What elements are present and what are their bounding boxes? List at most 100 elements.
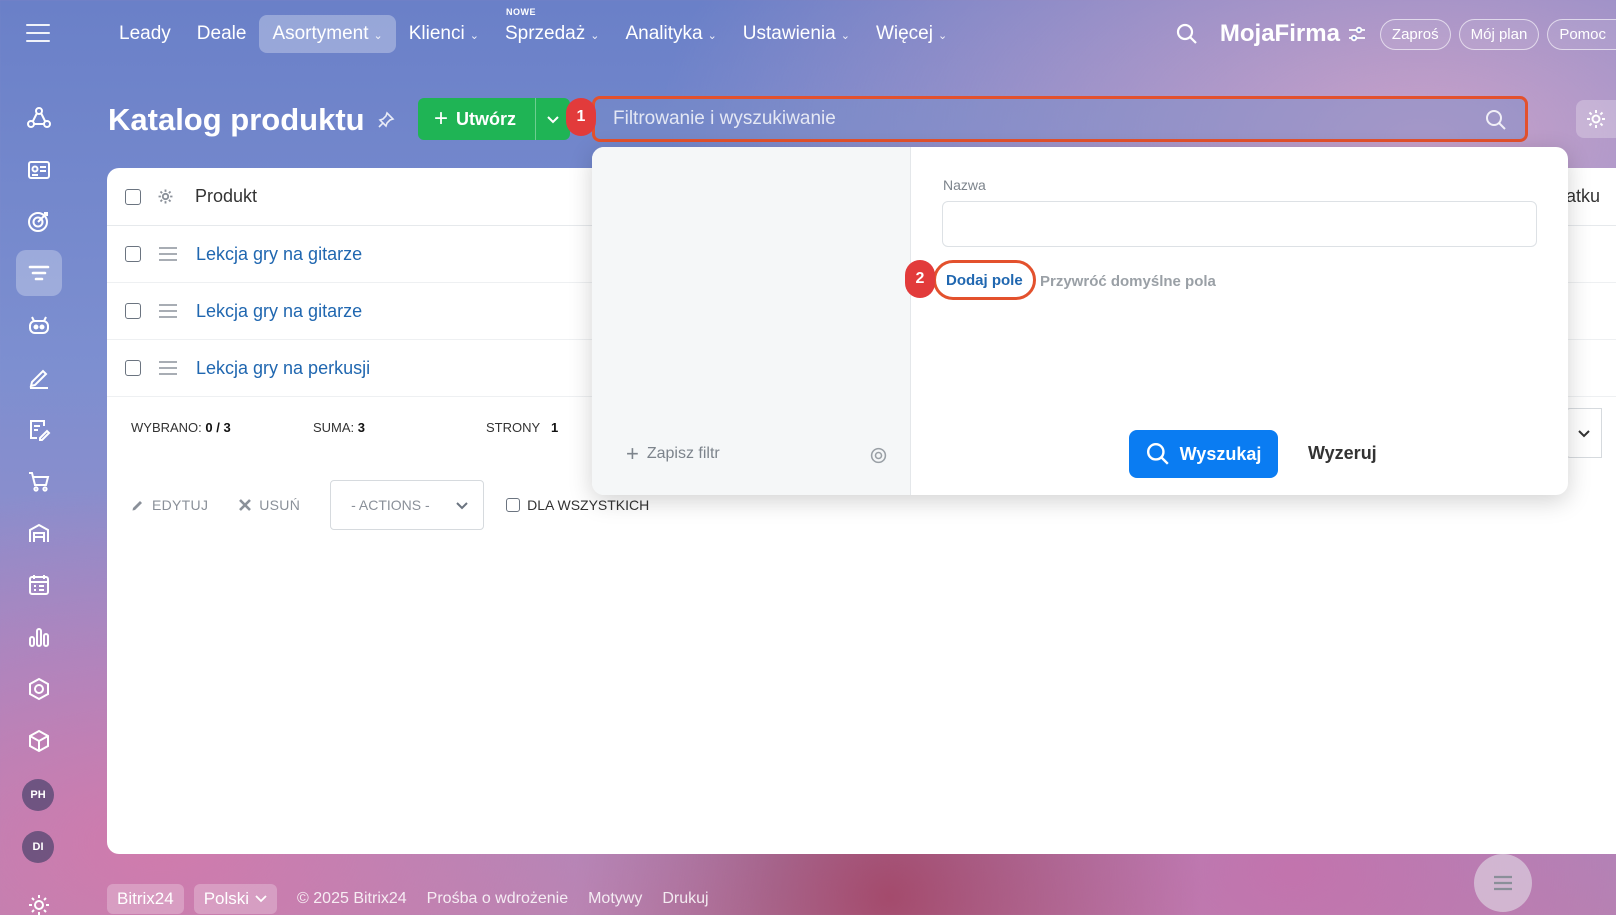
nav-item-klienci[interactable]: Klienci ⌄ bbox=[396, 15, 492, 53]
user-avatar-di[interactable]: DI bbox=[22, 831, 54, 863]
chevron-down-icon: ⌄ bbox=[937, 29, 948, 42]
signature-icon[interactable] bbox=[16, 354, 62, 400]
filter-popup: + Zapisz filtr Nazwa Dodaj pole Przywróć… bbox=[592, 147, 1568, 495]
restore-default-fields-link[interactable]: Przywróć domyślne pola bbox=[1040, 273, 1216, 290]
filter-settings-gear-icon[interactable] bbox=[869, 446, 888, 465]
row-checkbox[interactable] bbox=[125, 303, 141, 319]
hexagon-icon[interactable] bbox=[16, 666, 62, 712]
create-dropdown-button[interactable] bbox=[536, 114, 570, 124]
list-menu-icon[interactable] bbox=[1474, 854, 1532, 912]
column-header-product[interactable]: Produkt bbox=[195, 186, 257, 207]
document-edit-icon[interactable] bbox=[16, 406, 62, 452]
actions-select[interactable]: - ACTIONS - bbox=[330, 480, 485, 530]
filter-presets-panel: + Zapisz filtr bbox=[592, 147, 911, 495]
column-header-partial[interactable]: atku bbox=[1566, 186, 1600, 207]
search-icon[interactable] bbox=[1172, 19, 1202, 49]
cart-icon[interactable] bbox=[16, 458, 62, 504]
bitrix-brand[interactable]: Bitrix24 bbox=[107, 884, 184, 914]
top-navigation: Leady Deale Asortyment ⌄ Klienci ⌄ NOWE Spr… bbox=[106, 7, 960, 54]
nav-item-wiecej[interactable]: Więcej ⌄ bbox=[863, 15, 960, 53]
actions-select-value: - ACTIONS - bbox=[351, 497, 430, 513]
nav-item-deale[interactable]: Deale bbox=[184, 15, 260, 53]
selected-label: WYBRANO: bbox=[131, 420, 202, 435]
contact-card-icon[interactable] bbox=[16, 147, 62, 193]
reset-button[interactable]: Wyzeruj bbox=[1308, 443, 1377, 464]
robot-icon[interactable] bbox=[16, 302, 62, 348]
close-icon bbox=[239, 499, 252, 511]
drag-handle-icon[interactable] bbox=[159, 247, 177, 261]
company-brand[interactable]: MojaFirma bbox=[1220, 20, 1366, 48]
add-field-button[interactable]: Dodaj pole bbox=[933, 260, 1036, 300]
page-title: Katalog produktu bbox=[108, 102, 395, 138]
nav-item-ustawienia[interactable]: Ustawienia ⌄ bbox=[730, 15, 863, 53]
funnel-icon[interactable] bbox=[16, 250, 62, 296]
settings-gear-icon[interactable] bbox=[16, 882, 62, 915]
nav-item-label: Więcej bbox=[875, 23, 933, 44]
product-link[interactable]: Lekcja gry na gitarze bbox=[196, 244, 362, 265]
calendar-list-icon[interactable] bbox=[16, 562, 62, 608]
filter-search-input[interactable]: Filtrowanie i wyszukiwanie bbox=[592, 96, 1528, 142]
for-all-option[interactable]: DLA WSZYSTKICH bbox=[506, 497, 649, 513]
page-size-dropdown[interactable] bbox=[1566, 408, 1602, 458]
nav-item-sprzedaz[interactable]: NOWE Sprzedaż ⌄ bbox=[492, 7, 613, 53]
plus-icon: + bbox=[626, 441, 639, 466]
implementation-request-link[interactable]: Prośba o wdrożenie bbox=[427, 890, 568, 908]
nav-item-label: Sprzedaż bbox=[504, 23, 586, 44]
pages-value: 1 bbox=[551, 420, 559, 435]
product-link[interactable]: Lekcja gry na gitarze bbox=[196, 301, 362, 322]
nav-item-label: Leady bbox=[119, 23, 171, 44]
sum-value: 3 bbox=[357, 420, 366, 435]
row-checkbox[interactable] bbox=[125, 360, 141, 376]
user-avatar-ph[interactable]: PH bbox=[22, 779, 54, 811]
sliders-icon bbox=[1348, 26, 1365, 42]
language-select[interactable]: Polski bbox=[193, 884, 278, 914]
product-link[interactable]: Lekcja gry na perkusji bbox=[196, 358, 370, 379]
nav-item-label: Deale bbox=[196, 23, 247, 44]
column-settings-gear-icon[interactable] bbox=[157, 188, 174, 205]
grid-stats: WYBRANO: 0 / 3 SUMA: 3 STRONY 1 bbox=[131, 420, 558, 435]
chevron-down-icon bbox=[547, 116, 559, 124]
warehouse-icon[interactable] bbox=[16, 510, 62, 556]
edit-label: EDYTUJ bbox=[152, 497, 209, 513]
step-marker-2: 2 bbox=[905, 260, 935, 298]
search-icon[interactable] bbox=[1485, 109, 1507, 131]
filter-fields-panel: Nazwa Dodaj pole Przywróć domyślne pola … bbox=[911, 147, 1568, 495]
filter-placeholder: Filtrowanie i wyszukiwanie bbox=[613, 108, 836, 129]
row-checkbox[interactable] bbox=[125, 246, 141, 262]
nav-item-leady[interactable]: Leady bbox=[106, 15, 184, 53]
nav-item-asortyment[interactable]: Asortyment ⌄ bbox=[259, 15, 396, 53]
print-link[interactable]: Drukuj bbox=[662, 890, 708, 908]
chevron-down-icon bbox=[456, 502, 468, 510]
pin-icon[interactable] bbox=[377, 111, 395, 129]
save-filter-button[interactable]: + Zapisz filtr bbox=[626, 443, 720, 465]
target-icon[interactable] bbox=[16, 198, 62, 244]
drag-handle-icon[interactable] bbox=[159, 304, 177, 318]
for-all-checkbox[interactable] bbox=[506, 498, 521, 512]
settings-gear-icon[interactable] bbox=[1576, 100, 1616, 138]
create-button-label: Utwórz bbox=[456, 108, 517, 129]
page-count: STRONY 1 bbox=[486, 420, 558, 435]
pencil-icon bbox=[132, 501, 142, 511]
bar-chart-icon[interactable] bbox=[16, 614, 62, 660]
nav-item-analityka[interactable]: Analityka ⌄ bbox=[612, 15, 729, 53]
name-field[interactable] bbox=[942, 201, 1537, 247]
box-icon[interactable] bbox=[16, 718, 62, 764]
chevron-down-icon: ⌄ bbox=[590, 29, 600, 42]
search-button[interactable]: Wyszukaj bbox=[1129, 430, 1278, 478]
menu-burger-icon[interactable] bbox=[26, 24, 50, 44]
create-button[interactable]: + Utwórz bbox=[418, 98, 536, 140]
edit-action[interactable]: EDYTUJ bbox=[131, 497, 208, 513]
delete-action[interactable]: USUŃ bbox=[238, 497, 300, 513]
page-title-text: Katalog produktu bbox=[108, 102, 365, 137]
network-icon[interactable] bbox=[16, 95, 62, 141]
selected-count: WYBRANO: 0 / 3 bbox=[131, 420, 313, 435]
chevron-down-icon: ⌄ bbox=[373, 29, 383, 42]
drag-handle-icon[interactable] bbox=[159, 361, 177, 375]
themes-link[interactable]: Motywy bbox=[588, 890, 642, 908]
invite-button[interactable]: Zaproś bbox=[1379, 18, 1451, 50]
select-all-checkbox[interactable] bbox=[125, 188, 141, 205]
my-plan-button[interactable]: Mój plan bbox=[1458, 18, 1540, 50]
left-sidebar: PH DI bbox=[0, 0, 78, 915]
field-label-name: Nazwa bbox=[943, 177, 986, 193]
help-button[interactable]: Pomoc bbox=[1547, 18, 1616, 50]
